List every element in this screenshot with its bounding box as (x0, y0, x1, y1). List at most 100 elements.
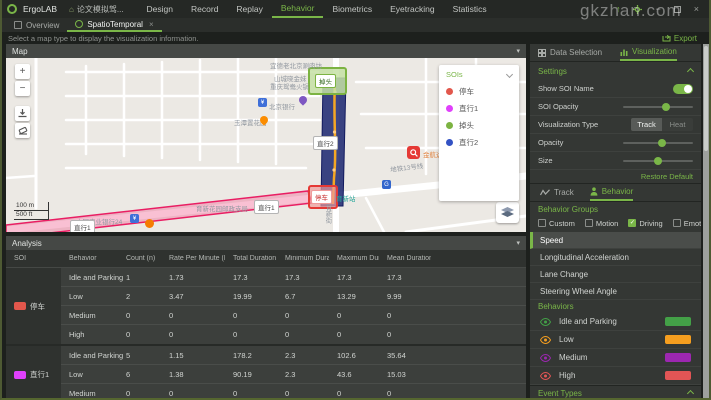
zoom-out-button[interactable]: − (15, 81, 30, 96)
slider-handle[interactable] (662, 103, 670, 111)
behavior-color-swatch[interactable] (665, 335, 691, 344)
soi-legend-item[interactable]: 停车 (446, 83, 512, 100)
eye-icon[interactable] (540, 372, 553, 380)
checkbox-emotion[interactable]: Emotion (673, 219, 701, 228)
project-name[interactable]: ⌂ 论文模拟驾... (69, 4, 124, 15)
event-types-header[interactable]: Event Types (530, 385, 701, 398)
zoom-in-button[interactable]: + (15, 64, 30, 79)
map-canvas[interactable]: + − 100 m 500 ft SOIs 停车直行1 (6, 58, 526, 232)
export-button[interactable]: Export (662, 34, 709, 43)
collapse-caret-icon[interactable]: ▾ (516, 239, 520, 247)
checkbox-driving[interactable]: ✓Driving (628, 219, 662, 228)
track-icon (540, 189, 550, 196)
sois-collapse-icon[interactable] (506, 71, 513, 78)
soi-legend-item[interactable]: 直行1 (446, 100, 512, 117)
sois-title: SOIs (446, 70, 463, 79)
close-button[interactable]: × (694, 5, 699, 14)
tab-visualization[interactable]: Visualization (620, 44, 677, 61)
close-tab-icon[interactable]: × (149, 20, 154, 29)
soi-cell: 直行1 (6, 346, 61, 398)
eye-icon[interactable] (540, 318, 553, 326)
show-soi-toggle[interactable] (673, 84, 693, 94)
soi-color-dot (446, 122, 453, 129)
soi-legend-item[interactable]: 直行2 (446, 134, 512, 151)
value-cell: 1.73 (161, 273, 225, 282)
behavior-cell: Medium (61, 389, 118, 398)
behavior-item-medium[interactable]: Medium (530, 349, 701, 367)
map-poi-label: 育新街 (322, 204, 332, 224)
vis-type-heat[interactable]: Heat (662, 118, 693, 131)
group-item-longitudinal-acceleration[interactable]: Longitudinal Acceleration (530, 249, 701, 266)
menu-replay[interactable]: Replay (227, 0, 271, 18)
value-cell: 102.6 (329, 351, 379, 360)
behavior-item-low[interactable]: Low (530, 331, 701, 349)
table-row[interactable]: Low61.3890.192.343.615.03 (61, 365, 526, 384)
opacity-row: Opacity (530, 134, 701, 152)
tab-overview[interactable]: Overview (6, 18, 67, 32)
analysis-panel-header[interactable]: Analysis ▾ (6, 236, 526, 250)
map-scale: 100 m 500 ft (14, 202, 49, 220)
value-cell: 17.3 (225, 273, 277, 282)
table-row[interactable]: High000000 (61, 325, 526, 344)
behavior-color-swatch[interactable] (665, 353, 691, 362)
table-row[interactable]: Medium000000 (61, 384, 526, 398)
subtab-track[interactable]: Track (540, 184, 574, 201)
panel-scrollbar[interactable] (703, 44, 709, 398)
behavior-label: Low (559, 335, 574, 344)
behavior-item-idle-and-parking[interactable]: Idle and Parking (530, 313, 701, 331)
table-row[interactable]: Idle and Parking51.15178.22.3102.635.64 (61, 346, 526, 365)
checkbox-motion[interactable]: Motion (585, 219, 619, 228)
table-row[interactable]: Low23.4719.996.713.299.99 (61, 287, 526, 306)
soi-legend-item[interactable]: 掉头 (446, 117, 512, 134)
collapse-caret-icon[interactable]: ▾ (516, 47, 520, 55)
vis-type-track[interactable]: Track (631, 118, 662, 131)
group-item-lane-change[interactable]: Lane Change (530, 266, 701, 283)
chevron-up-icon[interactable] (687, 67, 694, 74)
checkbox-label: Driving (639, 219, 662, 228)
menu-statistics[interactable]: Statistics (444, 0, 496, 18)
tab-label: Data Selection (550, 48, 602, 57)
map-layers-button[interactable] (496, 202, 519, 223)
download-map-button[interactable] (15, 106, 30, 121)
slider-handle[interactable] (658, 139, 666, 147)
restore-default-link[interactable]: Restore Default (641, 172, 693, 181)
checkbox-custom[interactable]: Custom (538, 219, 575, 228)
behavior-color-swatch[interactable] (665, 371, 691, 380)
column-header: Mean Duration (s) (379, 255, 431, 262)
tab-spatiotemporal[interactable]: SpatioTemporal× (67, 18, 161, 32)
show-soi-name-row: Show SOI Name (530, 80, 701, 98)
tab-data-selection[interactable]: Data Selection (538, 44, 602, 61)
menu-eyetracking[interactable]: Eyetracking (381, 0, 443, 18)
settings-header[interactable]: Settings (530, 62, 701, 80)
home-icon: ⌂ (69, 5, 74, 14)
behavior-item-high[interactable]: High (530, 367, 701, 385)
eraser-button[interactable] (15, 123, 30, 138)
menu-biometrics[interactable]: Biometrics (323, 0, 381, 18)
opacity-slider[interactable] (623, 142, 693, 144)
menu-behavior[interactable]: Behavior (272, 0, 324, 18)
project-label: 论文模拟驾... (77, 4, 124, 15)
scrollbar-thumb[interactable] (704, 46, 708, 151)
slider-handle[interactable] (654, 157, 662, 165)
opacity-label: Opacity (538, 138, 563, 147)
behavior-color-swatch[interactable] (665, 317, 691, 326)
chevron-up-icon[interactable] (687, 389, 694, 396)
subtab-behavior[interactable]: Behavior (590, 184, 634, 201)
menu-design[interactable]: Design (138, 0, 182, 18)
menu-record[interactable]: Record (182, 0, 227, 18)
value-cell: 1 (118, 273, 161, 282)
group-item-steering-wheel-angle[interactable]: Steering Wheel Angle (530, 283, 701, 300)
group-item-speed[interactable]: Speed (530, 232, 701, 249)
eye-icon[interactable] (540, 354, 553, 362)
map-panel-header[interactable]: Map ▾ (6, 44, 526, 58)
value-cell: 0 (161, 311, 225, 320)
grid-icon (538, 49, 546, 57)
value-cell: 2.3 (277, 351, 329, 360)
soi-opacity-slider[interactable] (623, 106, 693, 108)
table-row[interactable]: Medium000000 (61, 306, 526, 325)
eye-icon[interactable] (540, 336, 553, 344)
tab-label: Visualization (632, 47, 677, 56)
soi-name: 停车 (459, 86, 474, 97)
table-row[interactable]: Idle and Parking11.7317.317.317.317.3 (61, 268, 526, 287)
size-slider[interactable] (623, 160, 693, 162)
